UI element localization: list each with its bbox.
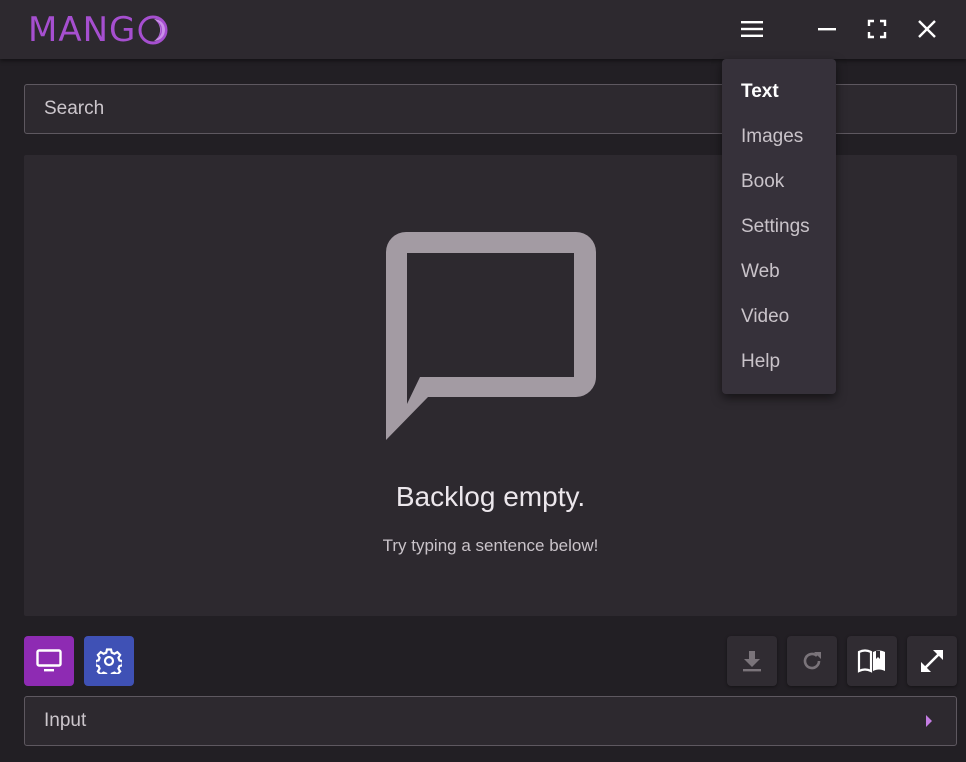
menu-item-images[interactable]: Images [722,114,836,159]
hamburger-icon [741,21,763,37]
refresh-icon [803,652,821,670]
backlog-empty-subtitle: Try typing a sentence below! [382,536,599,555]
display-mode-button[interactable] [24,636,74,686]
logo-moon-icon [138,15,168,45]
logo-text: MANG [28,10,137,50]
book-icon [857,649,885,673]
menu-item-text[interactable]: Text [722,69,836,114]
title-bar: MANG [0,0,966,59]
backlog-empty-title: Backlog empty. [395,481,586,512]
close-icon [918,20,936,38]
expand-button[interactable] [907,636,957,686]
arrow-right-icon[interactable] [924,714,934,728]
refresh-button[interactable] [787,636,837,686]
menu-item-web[interactable]: Web [722,249,836,294]
chat-bubble-icon [386,232,596,440]
book-button[interactable] [847,636,897,686]
close-button[interactable] [909,11,945,47]
download-icon [743,651,761,672]
menu-item-settings[interactable]: Settings [722,204,836,249]
menu-item-help[interactable]: Help [722,339,836,384]
fullscreen-icon [867,19,887,39]
monitor-icon [36,649,62,672]
gear-icon [96,648,122,674]
minimize-button[interactable] [809,11,845,47]
expand-icon [921,650,943,672]
fullscreen-button[interactable] [859,11,895,47]
app-logo: MANG [28,10,169,50]
input-box[interactable] [24,696,957,746]
sentence-input[interactable] [42,709,902,733]
minimize-icon [818,28,836,31]
nav-menu: Text Images Book Settings Web Video Help [722,59,836,394]
settings-button[interactable] [84,636,134,686]
download-button[interactable] [727,636,777,686]
menu-item-book[interactable]: Book [722,159,836,204]
menu-button[interactable] [734,11,770,47]
menu-item-video[interactable]: Video [722,294,836,339]
